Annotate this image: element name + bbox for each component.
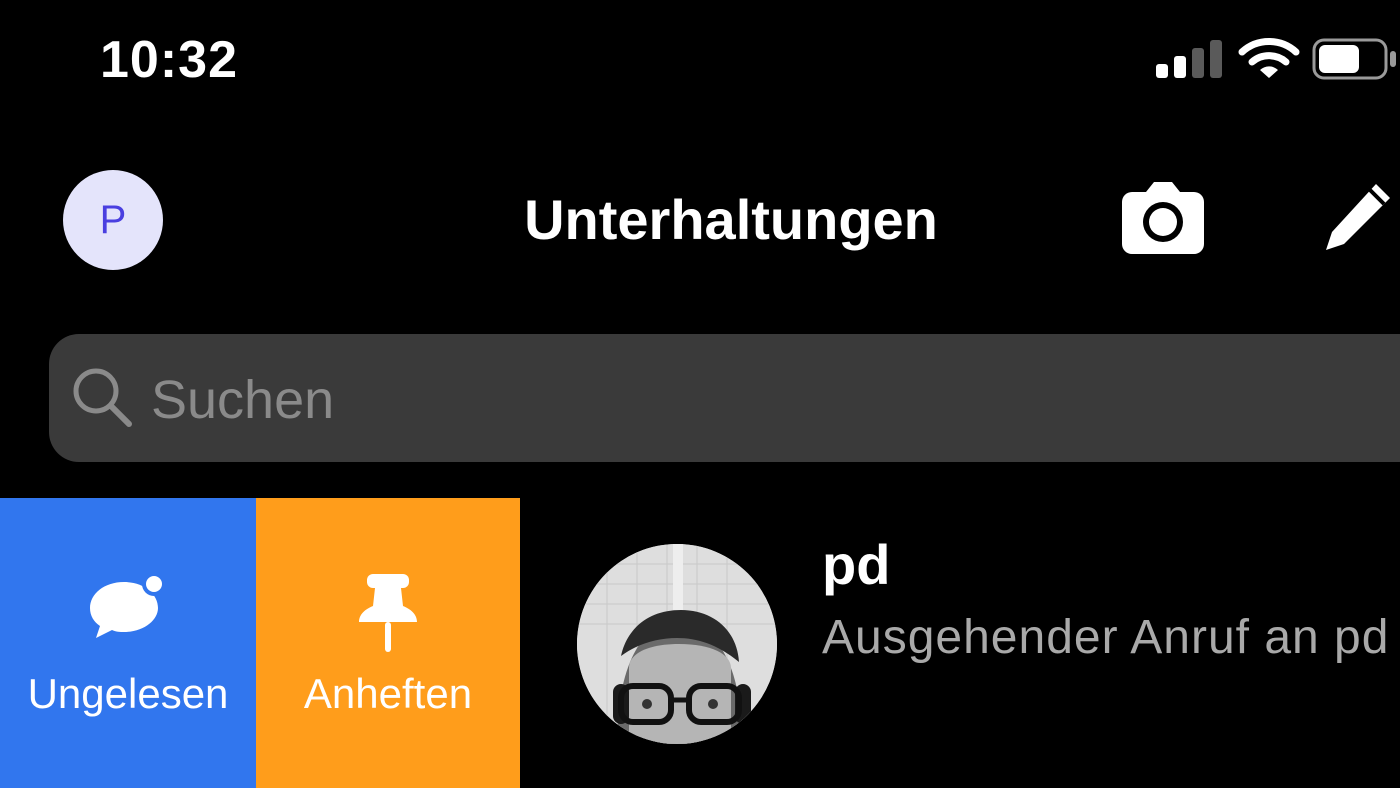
pin-button[interactable]: Anheften xyxy=(256,498,520,788)
mark-unread-button[interactable]: Ungelesen xyxy=(0,498,256,788)
contact-name: pd xyxy=(822,533,891,596)
mark-unread-label: Ungelesen xyxy=(27,670,229,717)
status-time: 10:32 xyxy=(100,31,238,89)
battery-icon xyxy=(1312,38,1396,80)
wifi-icon xyxy=(1238,38,1300,78)
search-bar[interactable]: Suchen xyxy=(49,334,1400,462)
search-icon xyxy=(73,368,132,427)
contact-avatar xyxy=(577,544,777,744)
camera-icon xyxy=(1122,182,1204,254)
camera-button[interactable] xyxy=(1118,178,1208,258)
conversation-row[interactable]: Ungelesen Anheften pd Ausgehender Anruf … xyxy=(0,498,1400,788)
compose-icon xyxy=(1326,184,1390,250)
pin-icon xyxy=(359,574,417,652)
header: P Unterhaltungen xyxy=(0,160,1400,280)
compose-button[interactable] xyxy=(1316,180,1400,260)
signal-icon xyxy=(1156,40,1222,78)
status-bar: 10:32 xyxy=(0,0,1400,120)
message-preview: Ausgehender Anruf an pd xyxy=(822,611,1390,664)
search-placeholder: Suchen xyxy=(151,370,335,430)
contact-photo xyxy=(577,544,777,744)
unread-chat-icon xyxy=(90,572,166,638)
pin-label: Anheften xyxy=(303,670,473,717)
